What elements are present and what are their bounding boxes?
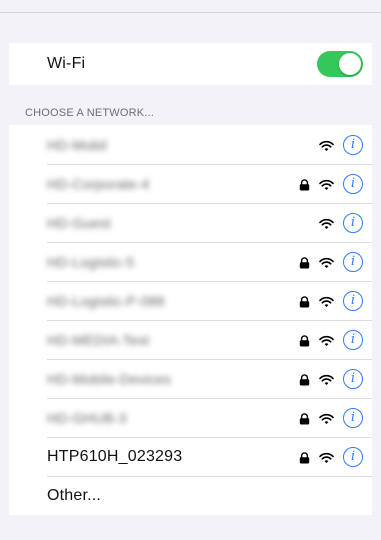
- network-row[interactable]: HD-Mobil i: [9, 125, 372, 164]
- lock-icon: [299, 373, 310, 385]
- lock-icon: [299, 178, 310, 190]
- network-icons: i: [299, 368, 363, 389]
- wifi-signal-icon: [319, 139, 334, 151]
- info-icon[interactable]: i: [343, 173, 363, 194]
- network-icons: i: [299, 290, 363, 311]
- network-name: HD-MEDIA-Test: [47, 331, 150, 348]
- wifi-signal-icon: [319, 217, 334, 229]
- network-icons: i: [299, 446, 363, 467]
- network-row[interactable]: HD-Logistic-5 i: [9, 242, 372, 281]
- lock-icon: [299, 334, 310, 346]
- wifi-label: Wi-Fi: [47, 55, 86, 72]
- wifi-signal-icon: [319, 334, 334, 346]
- wifi-signal-icon: [319, 373, 334, 385]
- network-icons: i: [299, 173, 363, 194]
- network-name: HD-Guest: [47, 214, 111, 231]
- info-icon[interactable]: i: [343, 407, 363, 428]
- network-icons: i: [299, 407, 363, 428]
- info-icon[interactable]: i: [343, 251, 363, 272]
- network-name: HD-Logistic-5: [47, 253, 135, 270]
- network-row[interactable]: HD-Logistic-P-088 i: [9, 281, 372, 320]
- info-icon[interactable]: i: [343, 368, 363, 389]
- network-row[interactable]: HD-Mobile-Devices i: [9, 359, 372, 398]
- toggle-knob: [339, 53, 361, 75]
- network-icons: i: [299, 134, 363, 155]
- network-name: HD-GHUB-3: [47, 409, 127, 426]
- lock-icon: [299, 451, 310, 463]
- lock-icon: [299, 295, 310, 307]
- lock-icon: [299, 256, 310, 268]
- wifi-signal-icon: [319, 451, 334, 463]
- network-name: HD-Mobile-Devices: [47, 370, 171, 387]
- wifi-card: Wi-Fi: [9, 43, 372, 85]
- network-icons: i: [299, 329, 363, 350]
- wifi-signal-icon: [319, 295, 334, 307]
- wifi-toggle[interactable]: [317, 51, 363, 77]
- wifi-signal-icon: [319, 256, 334, 268]
- network-row[interactable]: HTP610H_023293 i: [9, 437, 372, 476]
- info-icon[interactable]: i: [343, 212, 363, 233]
- info-icon[interactable]: i: [343, 329, 363, 350]
- top-spacer: [0, 0, 381, 12]
- network-icons: i: [299, 212, 363, 233]
- network-list: HD-Mobil i HD-Corporate-4 i HD-Guest i HD-Logi…: [9, 125, 372, 515]
- info-icon[interactable]: i: [343, 446, 363, 467]
- wifi-signal-icon: [319, 412, 334, 424]
- network-name: HD-Logistic-P-088: [47, 292, 165, 309]
- other-network-row[interactable]: Other...: [9, 476, 372, 515]
- network-name: HD-Mobil: [47, 136, 107, 153]
- section-header: CHOOSE A NETWORK...: [25, 107, 155, 119]
- network-name: HD-Corporate-4: [47, 175, 150, 192]
- network-row[interactable]: HD-Corporate-4 i: [9, 164, 372, 203]
- network-row[interactable]: HD-MEDIA-Test i: [9, 320, 372, 359]
- other-network-label: Other...: [47, 486, 102, 504]
- wifi-row: Wi-Fi: [9, 43, 372, 85]
- network-row[interactable]: HD-GHUB-3 i: [9, 398, 372, 437]
- network-row[interactable]: HD-Guest i: [9, 203, 372, 242]
- wifi-signal-icon: [319, 178, 334, 190]
- lock-icon: [299, 412, 310, 424]
- info-icon[interactable]: i: [343, 290, 363, 311]
- network-name: HTP610H_023293: [47, 447, 183, 465]
- info-icon[interactable]: i: [343, 134, 363, 155]
- network-icons: i: [299, 251, 363, 272]
